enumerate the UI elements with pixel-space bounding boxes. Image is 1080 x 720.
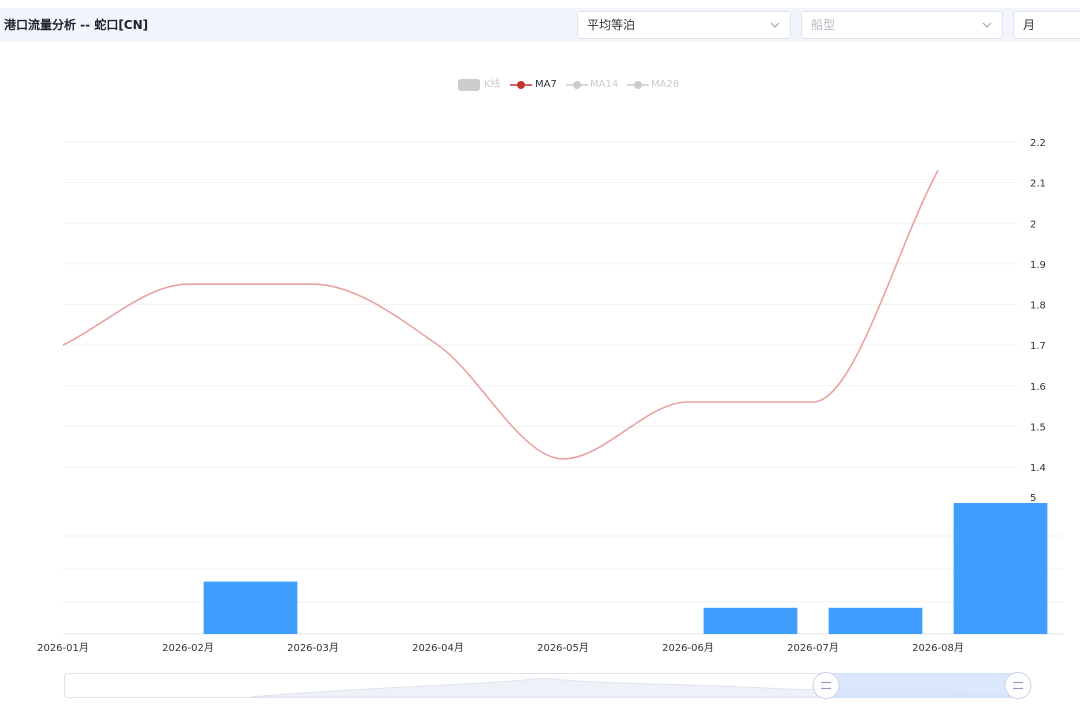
x-tick-label: 2026-04月	[412, 642, 464, 654]
zoom-handle	[1004, 672, 1032, 699]
y-tick-label: 1.5	[1030, 422, 1046, 433]
y-axis-ticks: 2.2 2.1 2 1.9 1.8 1.7 1.6 1.5 1.4	[1030, 138, 1046, 474]
chart-canvas: 2.22.121.91.81.71.61.51.4 2026-01月 2026-0…	[37, 138, 1063, 654]
x-axis-ticks: 2026-01月 2026-02月 2026-03月 2026-04月 2026-05月…	[37, 642, 964, 654]
y-tick-label: 1.9	[1030, 260, 1046, 271]
volume-bar	[203, 581, 298, 634]
zoom-handle	[812, 672, 840, 699]
y-tick-label: 1.4	[1030, 463, 1046, 474]
y-tick-label: 2.2	[1030, 138, 1046, 149]
zoom-window	[826, 673, 1018, 698]
x-tick-label: 2026-05月	[537, 642, 589, 654]
ma7-line-layer	[62, 170, 939, 460]
x-tick-label: 2026-03月	[287, 642, 339, 654]
x-tick-label: 2026-06月	[662, 642, 714, 654]
y-tick-label: 1.6	[1030, 382, 1046, 393]
volume-bar	[953, 503, 1048, 634]
volume-bar	[703, 607, 798, 634]
volume-max-label: 5	[1030, 493, 1036, 504]
volume-axis-label: 5	[1030, 493, 1036, 504]
data-zoom-slider[interactable]	[64, 672, 1032, 699]
y-tick-label: 2.1	[1030, 179, 1046, 190]
volume-bar	[828, 607, 923, 634]
data-zoom-canvas	[64, 672, 1032, 699]
ma7-line	[62, 170, 939, 460]
x-tick-label: 2026-07月	[787, 642, 839, 654]
y-tick-label: 2	[1030, 219, 1036, 230]
x-tick-label: 2026-01月	[37, 642, 89, 654]
x-tick-label: 2026-02月	[162, 642, 214, 654]
y-tick-label: 1.7	[1030, 341, 1046, 352]
x-tick-label: 2026-08月	[912, 642, 964, 654]
grid-lines	[63, 141, 1063, 635]
y-tick-label: 1.8	[1030, 301, 1046, 312]
